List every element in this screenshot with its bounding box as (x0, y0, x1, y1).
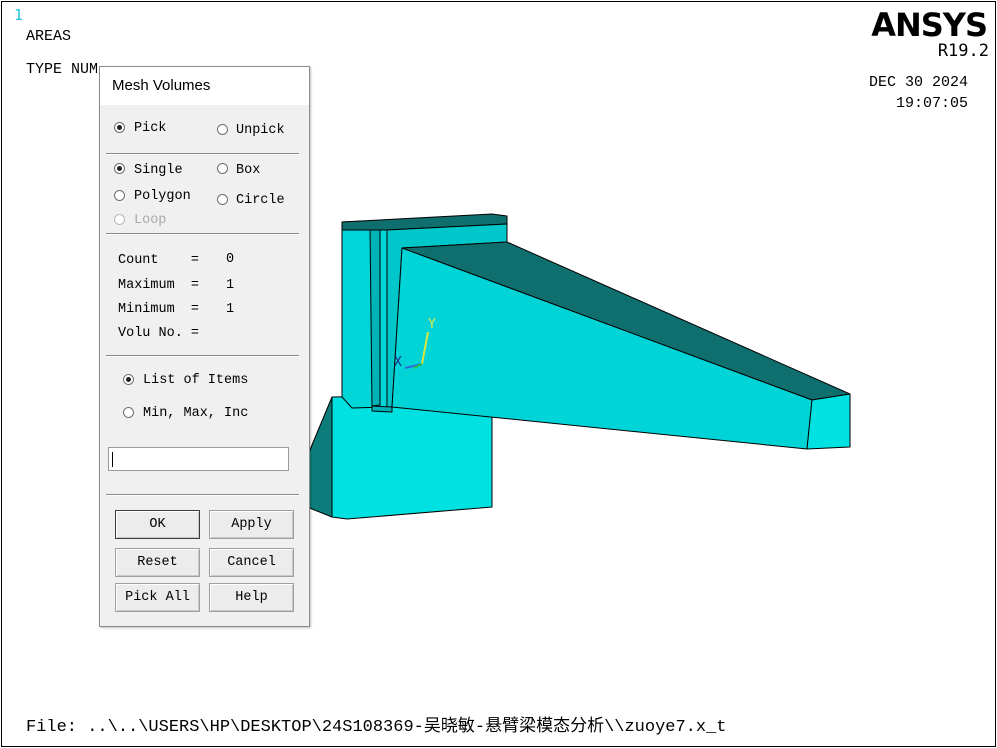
single-radio[interactable] (114, 163, 125, 174)
divider (106, 355, 299, 357)
box-radio-label[interactable]: Box (236, 163, 260, 178)
text-caret (112, 452, 113, 467)
volu-no-label: Volu No. = (118, 326, 200, 341)
pick-entry-input[interactable] (108, 447, 289, 471)
triad-y-label: Y (428, 317, 436, 332)
circle-radio-label[interactable]: Circle (236, 193, 285, 208)
column-inner-face (369, 225, 381, 407)
minimum-label: Minimum = (118, 302, 200, 317)
cancel-button[interactable]: Cancel (209, 548, 294, 577)
single-radio-label[interactable]: Single (134, 163, 183, 178)
base-block-side-face (306, 396, 333, 518)
circle-radio[interactable] (217, 194, 228, 205)
mesh-volumes-dialog: Mesh Volumes Pick Unpick Single Box Poly… (99, 66, 310, 627)
list-of-items-radio[interactable] (123, 374, 134, 385)
min-max-inc-radio[interactable] (123, 407, 134, 418)
file-path-label: File: ..\..\USERS\HP\DESKTOP\24S108369-吴… (26, 718, 727, 737)
unpick-radio-label[interactable]: Unpick (236, 123, 285, 138)
loop-radio-label: Loop (134, 213, 167, 228)
pick-radio[interactable] (114, 122, 125, 133)
plot-label-type-num: TYPE NUM (26, 61, 99, 78)
unpick-radio[interactable] (217, 124, 228, 135)
dialog-title: Mesh Volumes (100, 67, 309, 105)
box-radio[interactable] (217, 163, 228, 174)
polygon-radio-label[interactable]: Polygon (134, 189, 191, 204)
minimum-value: 1 (226, 302, 235, 317)
maximum-value: 1 (226, 278, 235, 293)
pick-radio-label[interactable]: Pick (134, 121, 166, 136)
maximum-label: Maximum = (118, 278, 200, 293)
window-number: 1 (14, 6, 24, 24)
beam-end-face (806, 393, 851, 450)
plot-date: DEC 30 2024 (868, 74, 968, 91)
plot-label-areas: AREAS (26, 28, 72, 45)
divider (106, 494, 299, 496)
apply-button[interactable]: Apply (209, 510, 294, 539)
reset-button[interactable]: Reset (115, 548, 200, 577)
count-label: Count = (118, 253, 200, 268)
ansys-logo: ANSYS (871, 6, 988, 44)
min-max-inc-label[interactable]: Min, Max, Inc (143, 406, 248, 421)
triad-x-label: X (394, 355, 402, 370)
list-of-items-label[interactable]: List of Items (143, 373, 248, 388)
pick-all-button[interactable]: Pick All (115, 583, 200, 612)
divider (106, 233, 299, 235)
plot-time: 19:07:05 (895, 95, 968, 112)
loop-radio (114, 214, 125, 225)
count-value: 0 (226, 252, 235, 267)
version-label: R19.2 (937, 41, 989, 61)
column-bottom-strip (371, 405, 393, 413)
divider (106, 153, 299, 155)
ok-button[interactable]: OK (115, 510, 200, 539)
polygon-radio[interactable] (114, 190, 125, 201)
help-button[interactable]: Help (209, 583, 294, 612)
